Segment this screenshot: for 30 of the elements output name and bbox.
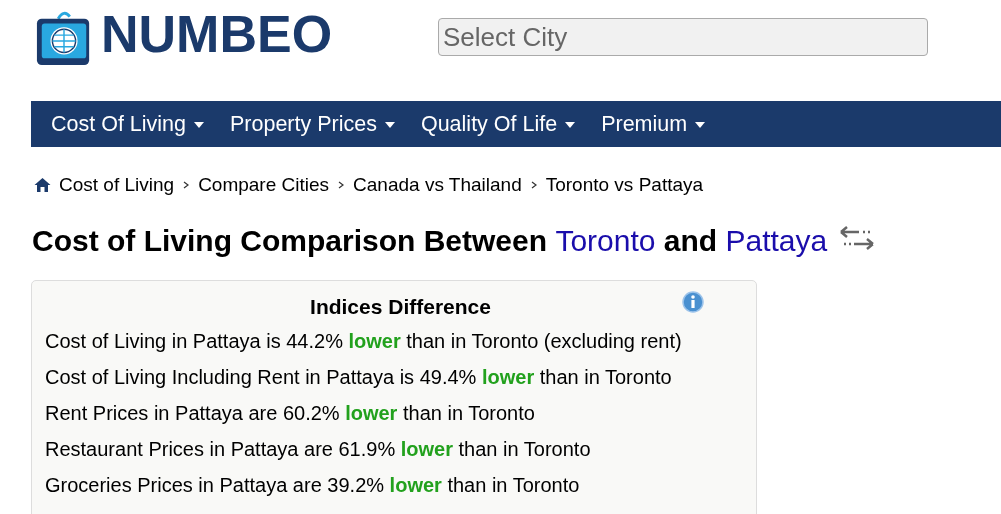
nav-menu-item[interactable]: Premium [601, 111, 706, 137]
home-icon[interactable] [34, 177, 51, 193]
caret-icon [194, 121, 204, 128]
comparison-text: Rent Prices in Pattaya are 60.2% lower than in Toronto [45, 401, 536, 426]
chevron-icon [182, 181, 191, 189]
comparison-text: Cost of Living in Pattaya is 44.2% lower than in Toronto (excluding rent) [45, 329, 683, 354]
comparison-text: Cost of Living Including Rent in Pattaya is 49.4% lower than in Toronto [45, 365, 673, 390]
panel-heading: Indices Difference [310, 295, 491, 318]
city-link[interactable]: Toronto [555, 224, 656, 257]
logo-wordmark[interactable]: NUMBEO [101, 8, 333, 60]
comparison-text: Groceries Prices in Pattaya are 39.2% lower than in Toronto [45, 473, 581, 498]
breadcrumb-link[interactable]: Toronto vs Pattaya [545, 174, 704, 196]
chevron-icon [529, 181, 538, 189]
caret-icon [695, 121, 706, 128]
page-title: and [663, 224, 718, 257]
caret-icon [384, 121, 395, 128]
nav-menu-item[interactable]: Cost Of Living [51, 111, 204, 137]
nav-menu-item[interactable]: Property Prices [230, 111, 395, 137]
page-title: Cost of Living Comparison Between [32, 224, 548, 257]
info-icon[interactable] [682, 291, 704, 313]
caret-icon [565, 121, 576, 128]
swap-arrows-icon[interactable] [839, 225, 876, 251]
comparison-text: Restaurant Prices in Pattaya are 61.9% lower than in Toronto [45, 437, 592, 462]
city-link[interactable]: Pattaya [725, 224, 828, 257]
nav-menu-item[interactable]: Quality Of Life [420, 111, 576, 137]
city-search-field[interactable]: Select City [438, 18, 928, 56]
breadcrumb-link[interactable]: Compare Cities [198, 174, 330, 196]
breadcrumb-link[interactable]: Cost of Living [59, 174, 175, 196]
breadcrumb-link[interactable]: Canada vs Thailand [353, 174, 522, 196]
chevron-icon [337, 181, 346, 189]
